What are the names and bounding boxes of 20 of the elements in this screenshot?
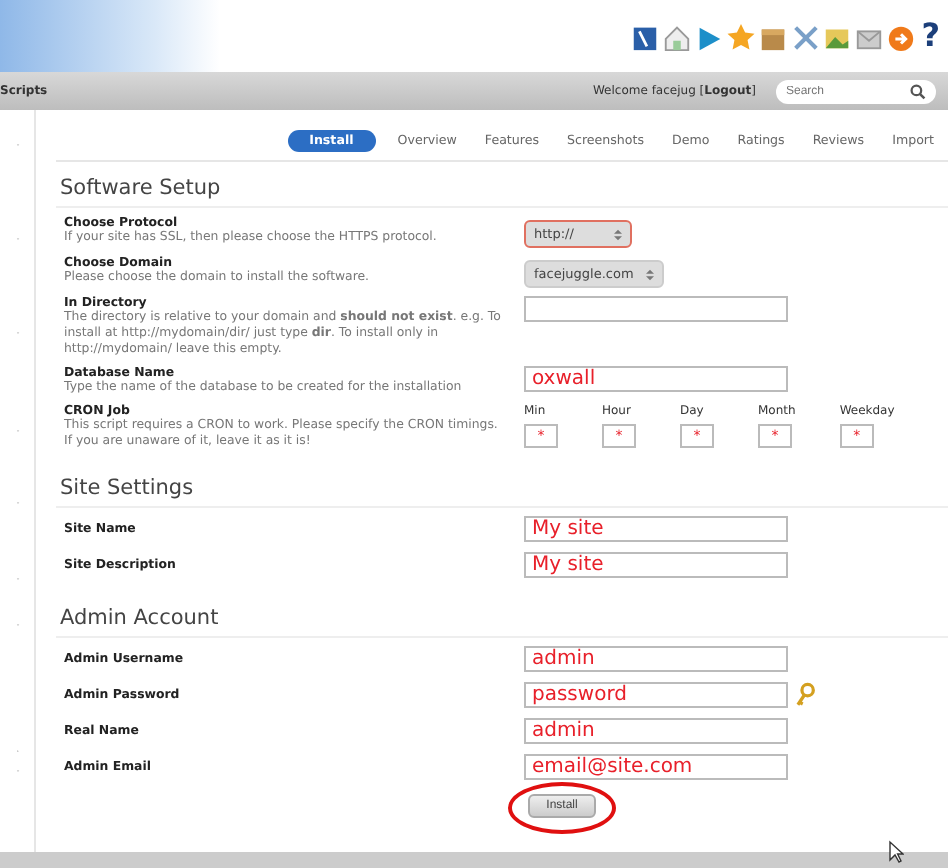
input-field[interactable]: My site [524, 516, 788, 542]
input-field[interactable]: email@site.com [524, 754, 788, 780]
star-icon[interactable] [725, 21, 756, 51]
input-field[interactable]: oxwall [524, 366, 788, 392]
input-field[interactable]: password [524, 682, 788, 708]
section-heading: Admin Account [56, 592, 948, 638]
section-heading: Software Setup [56, 162, 948, 208]
input-field[interactable] [524, 296, 788, 322]
home-icon[interactable] [661, 21, 692, 51]
cursor-icon [888, 840, 904, 864]
highlight-circle [508, 782, 616, 834]
updown-icon[interactable] [614, 227, 622, 241]
input-field[interactable]: admin [524, 718, 788, 744]
updown-icon[interactable] [645, 267, 654, 281]
key-icon[interactable] [796, 682, 816, 708]
search-icon [910, 83, 926, 99]
help-icon[interactable]: ? [921, 20, 940, 52]
input-field[interactable]: My site [524, 552, 788, 578]
section-heading: Site Settings [56, 462, 948, 508]
input-field[interactable]: admin [524, 646, 788, 672]
